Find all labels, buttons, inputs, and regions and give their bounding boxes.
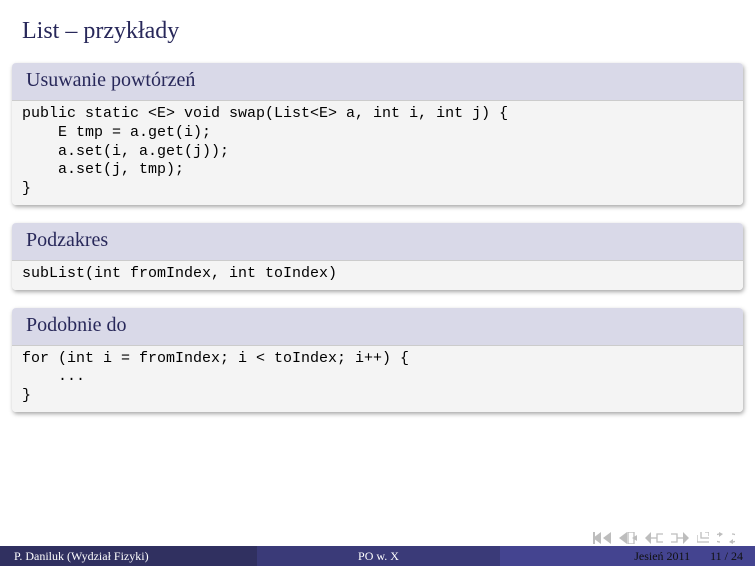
code-block: subList(int fromIndex, int toIndex) xyxy=(12,261,743,290)
footer-author: P. Daniluk (Wydział Fizyki) xyxy=(0,546,257,566)
prev-slide-icon[interactable] xyxy=(619,532,637,544)
footer-title: PO w. X xyxy=(257,546,500,566)
footer-page: 11 / 24 xyxy=(710,549,743,564)
code-block: for (int i = fromIndex; i < toIndex; i++… xyxy=(12,346,743,412)
footer-right: Jesień 2011 11 / 24 xyxy=(500,546,755,566)
footer-date: Jesień 2011 xyxy=(634,549,690,564)
prev-section-icon[interactable] xyxy=(645,532,663,544)
first-slide-icon[interactable] xyxy=(593,532,611,544)
blocks-container: Usuwanie powtórzeń public static <E> voi… xyxy=(0,63,755,412)
nav-controls xyxy=(593,532,735,544)
cycle-icon[interactable] xyxy=(717,532,735,544)
next-section-icon[interactable] xyxy=(671,532,689,544)
block-like: Podobnie do for (int i = fromIndex; i < … xyxy=(12,308,743,412)
footer: P. Daniluk (Wydział Fizyki) PO w. X Jesi… xyxy=(0,546,755,566)
code-block: public static <E> void swap(List<E> a, i… xyxy=(12,101,743,205)
slide: List – przykłady Usuwanie powtórzeń publ… xyxy=(0,0,755,566)
end-icon[interactable] xyxy=(697,532,709,544)
page-title: List – przykłady xyxy=(0,0,755,63)
block-header: Podobnie do xyxy=(12,308,743,346)
block-header: Usuwanie powtórzeń xyxy=(12,63,743,101)
block-header: Podzakres xyxy=(12,223,743,261)
block-sublist: Podzakres subList(int fromIndex, int toI… xyxy=(12,223,743,290)
block-swap: Usuwanie powtórzeń public static <E> voi… xyxy=(12,63,743,205)
